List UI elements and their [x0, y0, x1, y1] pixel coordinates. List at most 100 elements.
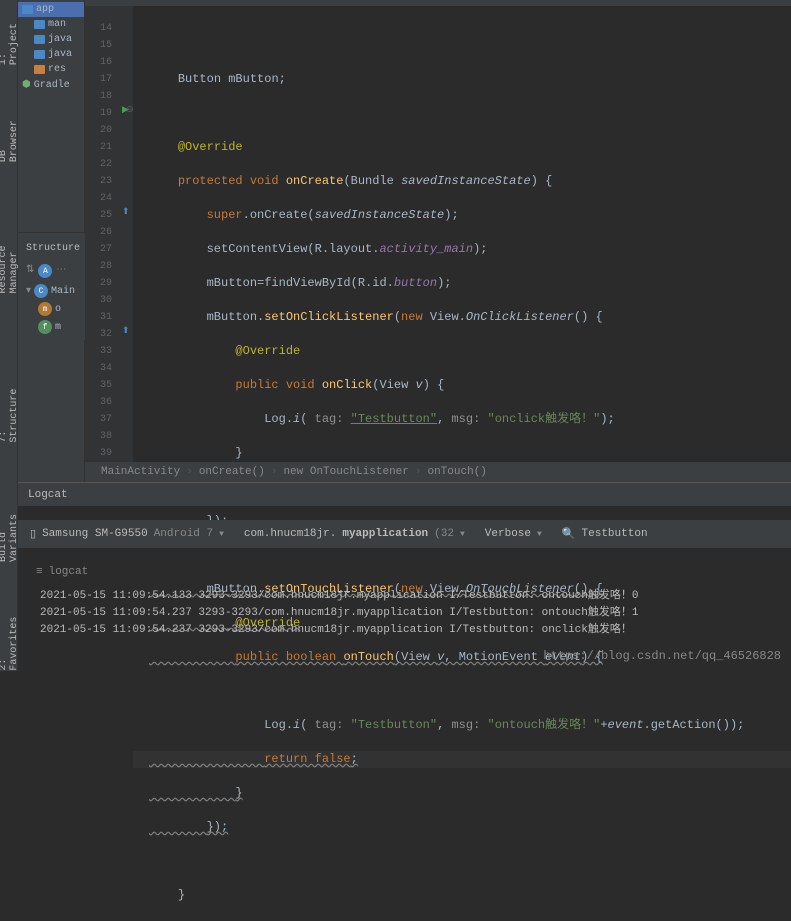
- sort-icon[interactable]: ⇅: [26, 264, 34, 278]
- code-text: return false: [264, 752, 350, 766]
- process-num: (32: [434, 528, 454, 540]
- code-text: );: [437, 276, 451, 290]
- device-dropdown[interactable]: ▯Samsung SM-G9550 Android 7▼: [30, 527, 224, 541]
- chevron-down-icon: ▼: [219, 530, 224, 539]
- logcat-header[interactable]: Logcat: [18, 482, 791, 506]
- logcat-output[interactable]: 2021-05-15 11:09:54.133 3293-3293/com.hn…: [40, 588, 791, 639]
- code-text: onClick: [322, 378, 372, 392]
- code-text: View.: [430, 310, 466, 324]
- code-text: tag:: [315, 412, 351, 426]
- log-line: 2021-05-15 11:09:54.133 3293-3293/com.hn…: [40, 588, 791, 605]
- code-text: savedInstanceState: [401, 174, 531, 188]
- filter-text: Testbutton: [582, 528, 648, 540]
- az-icon[interactable]: A: [38, 264, 52, 278]
- code-text: v: [415, 378, 422, 392]
- logcat-subheader[interactable]: ≡logcat: [18, 562, 791, 582]
- code-text: Log.: [264, 412, 293, 426]
- override-icon[interactable]: ⬆: [122, 207, 130, 217]
- logcat-icon: ≡: [36, 566, 43, 578]
- structure-label: o: [55, 304, 61, 315]
- code-text: "Testbutton": [351, 718, 437, 732]
- android-label: Android 7: [154, 528, 213, 540]
- code-text: onTouch: [343, 650, 393, 664]
- breadcrumb: MainActivity › onCreate() › new OnTouchLis…: [85, 462, 791, 482]
- tree-item-app[interactable]: app: [18, 2, 84, 17]
- breadcrumb-item[interactable]: new OnTouchListener: [283, 466, 408, 478]
- chevron-down-icon: ▼: [537, 530, 542, 539]
- code-text: }: [235, 446, 242, 460]
- code-text: msg:: [451, 718, 487, 732]
- structure-class[interactable]: ▾CMain: [22, 282, 81, 300]
- level-dropdown[interactable]: Verbose ▼: [485, 528, 542, 540]
- class-icon: C: [34, 284, 48, 298]
- structure-title: Structure: [22, 237, 81, 260]
- code-text: event: [608, 718, 644, 732]
- field-icon: f: [38, 320, 52, 334]
- code-text: ) {: [423, 378, 445, 392]
- tree-item-java[interactable]: java: [18, 32, 84, 47]
- folder-icon: [34, 50, 45, 59]
- code-text: (View: [372, 378, 415, 392]
- search-icon: 🔍: [562, 527, 576, 541]
- folder-icon: [34, 35, 45, 44]
- tree-label: java: [48, 34, 72, 45]
- code-text: "ontouch触发咯！": [488, 718, 601, 732]
- toolbar-favorites[interactable]: 2: Favorites: [0, 602, 20, 671]
- code-text: "onclick触发咯！": [488, 412, 601, 426]
- code-text: setOnClickListener: [264, 310, 394, 324]
- override-icon[interactable]: ⬆: [122, 326, 130, 336]
- toolbar-structure[interactable]: 7: Structure: [0, 374, 20, 443]
- structure-method[interactable]: mo: [22, 300, 81, 318]
- tree-item-res[interactable]: res: [18, 62, 84, 77]
- toolbar-build-variants[interactable]: Build Variants: [0, 482, 20, 562]
- logcat-title: Logcat: [28, 489, 68, 501]
- code-text: savedInstanceState: [315, 208, 445, 222]
- filter-input[interactable]: 🔍 Testbutton: [562, 527, 648, 541]
- level-label: Verbose: [485, 528, 531, 540]
- code-text: .getAction());: [644, 718, 745, 732]
- code-text: button: [394, 276, 437, 290]
- folder-icon: [22, 5, 33, 14]
- code-text: ,: [437, 412, 451, 426]
- code-text: activity_main: [379, 242, 473, 256]
- tree-item-man[interactable]: man: [18, 17, 84, 32]
- structure-field[interactable]: fm: [22, 318, 81, 336]
- code-text: (: [394, 310, 401, 324]
- code-text: Log.: [264, 718, 293, 732]
- code-text: }: [178, 888, 185, 902]
- tree-item-gradle[interactable]: ⬢Gradle: [18, 77, 84, 93]
- code-text: new: [401, 310, 430, 324]
- toolbar-resource-manager[interactable]: Resource Manager: [0, 202, 20, 293]
- chevron-icon: ›: [271, 466, 278, 478]
- log-line: 2021-05-15 11:09:54.237 3293-3293/com.hn…: [40, 622, 791, 639]
- process-bold: myapplication: [342, 528, 428, 540]
- code-text: , MotionEvent: [444, 650, 545, 664]
- chevron-down-icon: ▼: [460, 530, 465, 539]
- breadcrumb-item[interactable]: onTouch(): [427, 466, 486, 478]
- tree-item-java2[interactable]: java: [18, 47, 84, 62]
- code-text: "Testbutton": [351, 412, 437, 426]
- structure-panel[interactable]: Structure ⇅ A ⋯ ▾CMain mo fm: [18, 232, 85, 340]
- toolbar-project[interactable]: 1: Project: [0, 8, 20, 65]
- process-dropdown[interactable]: com.hnucm18jr.myapplication (32▼: [244, 528, 465, 540]
- chevron-icon: ›: [186, 466, 193, 478]
- code-editor[interactable]: Button mButton; @Override protected void…: [133, 6, 791, 462]
- folder-icon: [34, 20, 45, 29]
- breadcrumb-item[interactable]: onCreate(): [199, 466, 265, 478]
- toolbar-db-browser[interactable]: DB Browser: [0, 105, 20, 162]
- code-text: (Bundle: [343, 174, 401, 188]
- phone-icon: ▯: [30, 527, 36, 541]
- code-text: () {: [574, 310, 603, 324]
- method-icon: m: [38, 302, 52, 316]
- code-text: mButton.: [207, 310, 265, 324]
- code-text: (View: [394, 650, 437, 664]
- code-text: .onCreate(: [243, 208, 315, 222]
- code-text: public boolean: [235, 650, 343, 664]
- structure-label: Main: [51, 286, 75, 297]
- code-text: onCreate: [286, 174, 344, 188]
- code-text: );: [600, 412, 614, 426]
- breadcrumb-item[interactable]: MainActivity: [101, 466, 180, 478]
- more-icon[interactable]: ⋯: [56, 264, 66, 278]
- code-text: mButton;: [221, 72, 286, 86]
- code-text: (: [300, 412, 314, 426]
